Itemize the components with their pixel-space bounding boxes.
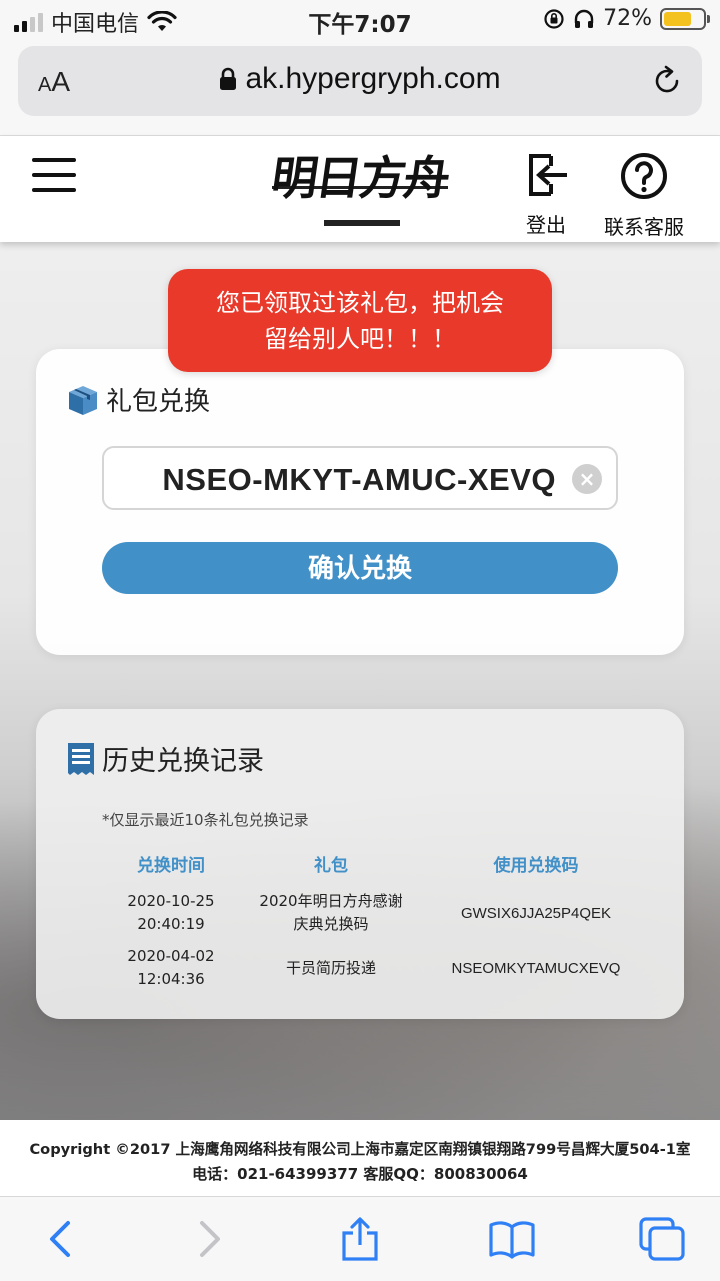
gift-box-icon [69,385,97,415]
row-code: GWSIX6JJA25P4QEK [460,904,612,922]
redeem-title-text: 礼包兑换 [106,387,211,417]
bookmarks-icon[interactable] [488,1217,536,1261]
status-bar: 中国电信 下午7:07 72% [0,0,720,40]
help-icon [621,153,667,199]
clear-input-icon[interactable]: × [572,464,602,494]
footer-copyright: Copyright ©2017 上海鹰角网络科技有限公司上海市嘉定区南翔镇银翔路… [29,1141,691,1158]
toast-line-1: 您已领取过该礼包，把机会 [216,289,504,317]
share-icon[interactable] [336,1217,384,1261]
customer-service-button[interactable]: 联系客服 [598,152,690,240]
table-row: 2020-10-25 20:40:19 2020年明日方舟感谢 庆典兑换码 GW… [96,885,656,941]
confirm-redeem-button[interactable]: 确认兑换 [102,542,618,594]
history-note: *仅显示最近10条礼包兑换记录 [102,811,309,829]
lock-icon [220,67,237,90]
redeem-card: 礼包兑换 NSEO-MKYT-AMUC-XEVQ × 确认兑换 [36,349,684,655]
back-icon[interactable] [38,1217,86,1261]
site-header: 明日方舟 登出 联系客服 [0,136,720,242]
reload-icon[interactable] [650,64,684,98]
history-card: 历史兑换记录 *仅显示最近10条礼包兑换记录 兑换时间 礼包 使用兑换码 202… [36,709,684,1019]
redeem-code-value[interactable]: NSEO-MKYT-AMUC-XEVQ [104,462,556,498]
logo-text: 明日方舟 [268,151,452,205]
history-title-text: 历史兑换记录 [102,746,264,777]
receipt-icon [68,742,94,775]
error-toast: 您已领取过该礼包，把机会 留给别人吧！！！ [168,269,552,372]
row-code: NSEOMKYTAMUCXEVQ [451,959,621,977]
table-header: 兑换时间 礼包 使用兑换码 [96,849,656,883]
row-gift: 2020年明日方舟感谢 庆典兑换码 [259,892,403,933]
column-header-gift: 礼包 [314,856,348,876]
url-text: ak.hypergryph.com [245,62,501,95]
site-footer: Copyright ©2017 上海鹰角网络科技有限公司上海市嘉定区南翔镇银翔路… [0,1120,720,1196]
battery-fill [664,11,692,26]
customer-service-label: 联系客服 [604,215,684,239]
browser-address-area: AA ak.hypergryph.com [0,40,720,136]
orientation-lock-icon [544,8,564,29]
redeem-title: 礼包兑换 [66,381,210,418]
column-header-code: 使用兑换码 [493,856,579,876]
logout-label: 登出 [526,213,566,237]
battery-percent: 72% [603,6,652,31]
status-right: 72% [543,6,710,31]
url-display[interactable]: ak.hypergryph.com [18,62,702,96]
history-table: 兑换时间 礼包 使用兑换码 2020-10-25 20:40:19 2020年明… [96,849,656,995]
history-title: 历史兑换记录 [66,739,264,778]
footer-contact: 电话：021-64399377 客服QQ：800830064 [192,1165,528,1183]
address-bar[interactable]: AA ak.hypergryph.com [18,46,702,116]
logout-icon [529,154,567,196]
toast-line-2: 留给别人吧！！！ [264,325,456,353]
menu-icon[interactable] [32,158,76,192]
logout-button[interactable]: 登出 [518,152,574,238]
tabs-icon[interactable] [638,1217,686,1261]
table-row: 2020-04-02 12:04:36 干员简历投递 NSEOMKYTAMUCX… [96,941,656,995]
headphones-icon [574,9,594,28]
browser-toolbar [0,1196,720,1281]
site-logo[interactable]: 明日方舟 [268,148,452,230]
forward-icon[interactable] [184,1217,232,1261]
row-time: 2020-04-02 12:04:36 [127,947,215,988]
battery-icon [660,7,710,30]
row-gift: 干员简历投递 [285,958,376,977]
column-header-time: 兑换时间 [137,856,205,876]
redeem-code-input[interactable]: NSEO-MKYT-AMUC-XEVQ × [102,446,618,510]
row-time: 2020-10-25 20:40:19 [127,892,215,933]
